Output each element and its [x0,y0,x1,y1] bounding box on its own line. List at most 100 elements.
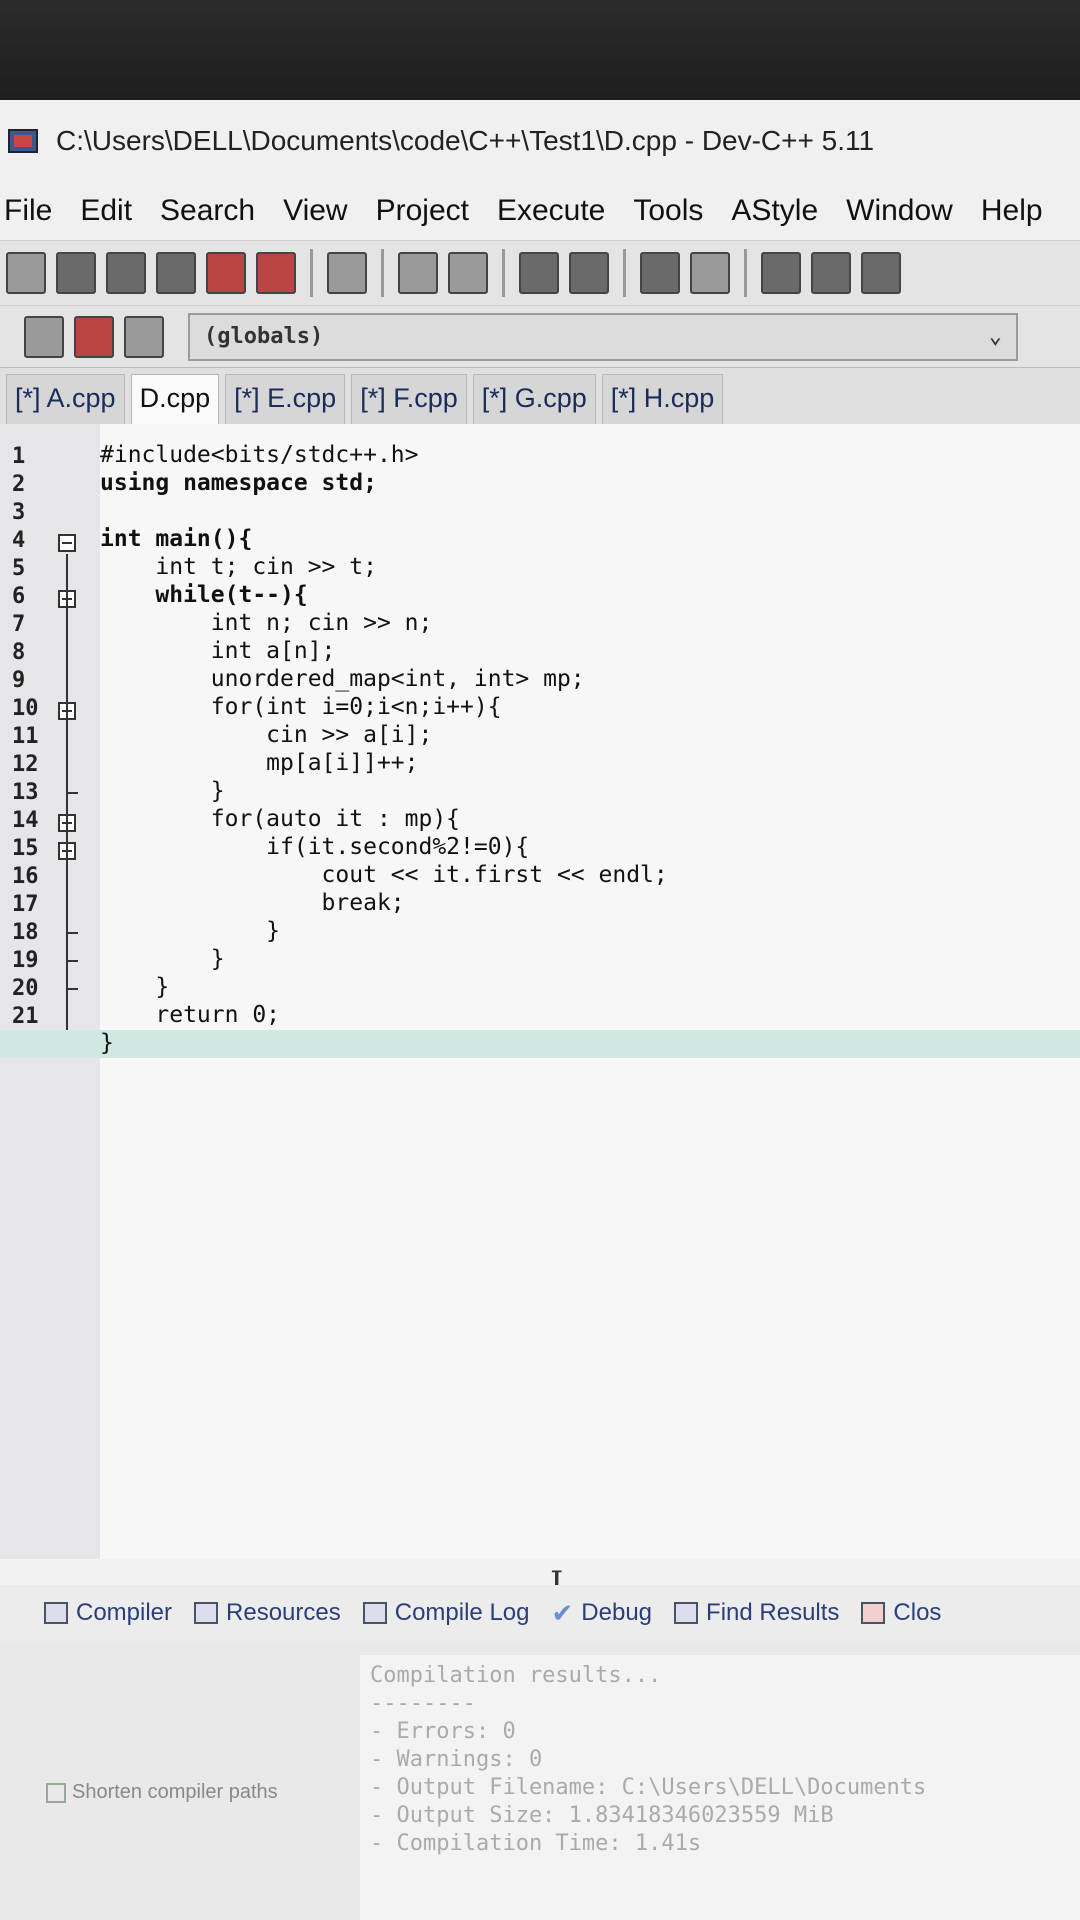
fold-end-marker [66,960,78,962]
tab-close-label: Clos [893,1599,942,1626]
menu-file[interactable]: File [4,194,52,228]
line-number: 18 [12,920,39,945]
tab-d-cpp[interactable]: D.cpp [130,374,220,424]
code-line: return 0; [100,1002,281,1028]
tab-find-results[interactable]: Find Results [674,1599,839,1627]
fold-end-marker [66,988,78,990]
code-line: #include<bits/stdc++.h> [100,442,419,468]
new-project-icon[interactable] [24,315,64,358]
compile-run-icon[interactable] [861,252,901,294]
tab-e-cpp[interactable]: [*] E.cpp [225,374,346,424]
result-line: Compilation results... [370,1663,662,1688]
tab-resources-label: Resources [226,1599,341,1626]
toolbar-separator [381,249,384,297]
code-line: } [100,946,225,972]
menu-astyle[interactable]: AStyle [731,194,818,228]
line-number: 20 [12,976,39,1001]
line-number: 6 [12,584,26,609]
remove-from-project-icon[interactable] [124,315,164,358]
line-number: 21 [12,1004,39,1029]
print-icon[interactable] [327,252,367,294]
result-line: - Compilation Time: 1.41s [370,1831,702,1856]
title-bar: C:\Users\DELL\Documents\code\C++\Test1\D… [0,100,1080,182]
open-file-icon[interactable] [56,252,96,294]
line-number: 16 [12,864,39,889]
menu-help[interactable]: Help [981,194,1043,228]
code-line: int t; cin >> t; [100,554,377,580]
result-line: - Output Filename: C:\Users\DELL\Documen… [370,1775,927,1800]
code-line: using namespace std; [100,470,377,496]
close-file-icon[interactable] [206,252,246,294]
new-file-icon[interactable] [6,252,46,294]
menu-tools[interactable]: Tools [633,194,703,228]
code-line: } [100,974,170,1000]
line-number: 9 [12,668,26,693]
tab-compile-log[interactable]: Compile Log [362,1599,530,1627]
unindent-icon[interactable] [690,252,730,294]
code-line: while(t--){ [100,582,308,608]
result-line: - Errors: 0 [370,1719,516,1744]
tab-a-cpp[interactable]: [*] A.cpp [6,374,125,424]
tab-f-cpp[interactable]: [*] F.cpp [351,374,467,424]
chevron-down-icon: ⌄ [988,324,1002,349]
tab-g-cpp[interactable]: [*] G.cpp [472,374,596,424]
menu-search[interactable]: Search [160,194,255,228]
code-line: for(auto it : mp){ [100,806,461,832]
code-line: unordered_map<int, int> mp; [100,666,585,692]
menu-view[interactable]: View [283,194,347,228]
menu-project[interactable]: Project [376,194,469,228]
undo-icon[interactable] [398,252,438,294]
scope-dropdown[interactable]: (globals) ⌄ [188,312,1018,361]
compile-results[interactable]: Compilation results... -------- - Errors… [360,1655,1080,1920]
tab-resources[interactable]: Resources [194,1599,341,1627]
compile-icon[interactable] [761,252,801,294]
find-results-icon [674,1602,699,1624]
toolbar-separator [502,249,505,297]
save-icon[interactable] [106,252,146,294]
code-editor[interactable]: 1 2 3 4 5 6 7 8 9 10 11 12 13 14 15 16 1… [0,424,1080,1604]
menu-execute[interactable]: Execute [497,194,605,228]
run-icon[interactable] [811,252,851,294]
tab-compiler[interactable]: Compiler [44,1599,172,1627]
result-line: -------- [370,1691,476,1716]
tab-compile-log-label: Compile Log [394,1599,530,1626]
line-number: 10 [12,696,39,721]
dev-cpp-window: C:\Users\DELL\Documents\code\C++\Test1\D… [0,100,1080,1920]
project-toolbar: (globals) ⌄ [0,306,1080,368]
close-all-icon[interactable] [256,252,296,294]
menu-edit[interactable]: Edit [80,194,132,228]
line-number: 19 [12,948,39,973]
tab-compiler-label: Compiler [76,1599,173,1626]
fold-end-marker [66,792,78,794]
line-number: 11 [12,724,39,749]
menu-bar: File Edit Search View Project Execute To… [0,182,1080,240]
tab-debug[interactable]: ✔ Debug [552,1598,653,1629]
line-number: 15 [12,836,39,861]
checkmark-icon: ✔ [551,1597,574,1628]
tab-h-cpp[interactable]: [*] H.cpp [601,374,724,424]
shorten-paths-checkbox[interactable]: Shorten compiler paths [46,1781,278,1804]
code-line: mp[a[i]]++; [100,750,419,776]
code-area[interactable]: #include<bits/stdc++.h> using namespace … [0,424,1080,1559]
line-number: 17 [12,892,39,917]
compiler-icon [44,1602,68,1624]
code-line: for(int i=0;i<n;i++){ [100,694,502,720]
find-icon[interactable] [519,252,559,294]
indent-icon[interactable] [640,252,680,294]
close-icon [861,1602,886,1624]
fold-toggle-icon[interactable] [58,534,76,552]
line-number: 12 [12,752,39,777]
replace-icon[interactable] [569,252,609,294]
fold-line [66,554,68,1042]
checkbox-icon [46,1782,66,1803]
tab-close[interactable]: Clos [861,1599,941,1627]
menu-window[interactable]: Window [846,194,953,228]
add-to-project-icon[interactable] [74,315,114,358]
code-line: } [100,778,225,804]
code-line: cout << it.first << endl; [100,862,668,888]
resources-icon [194,1602,219,1624]
redo-icon[interactable] [448,252,488,294]
save-all-icon[interactable] [156,252,196,294]
toolbar-separator [310,249,313,297]
compile-log-icon [362,1602,387,1624]
